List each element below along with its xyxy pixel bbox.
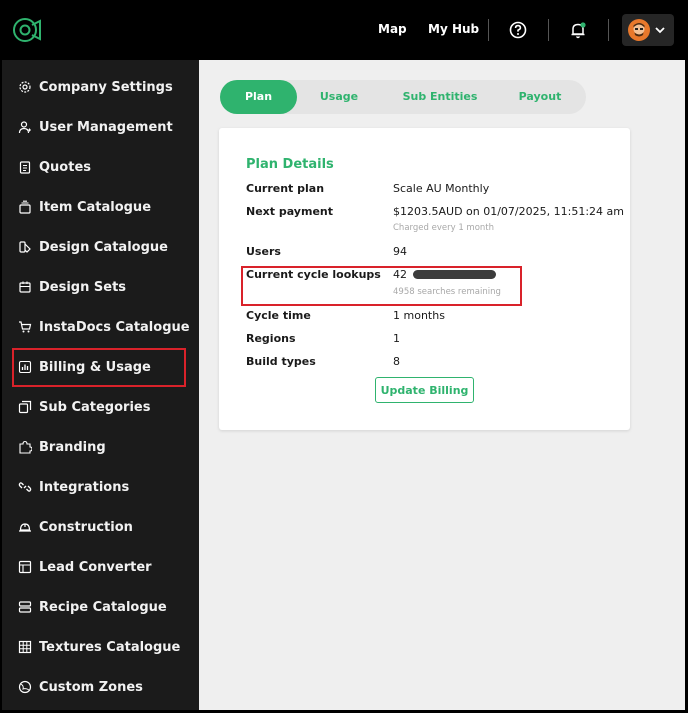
sidebar-item-integrations[interactable]: Integrations	[18, 475, 129, 499]
tab-bar: Plan Usage Sub Entities Payout	[220, 80, 586, 114]
sidebar-item-item-catalogue[interactable]: Item Catalogue	[18, 195, 151, 219]
sidebar-item-label: Branding	[39, 439, 106, 455]
gear-icon	[19, 81, 31, 93]
update-billing-button[interactable]: Update Billing	[375, 377, 474, 403]
sub-categories-icon	[18, 400, 32, 414]
sidebar-item-label: Quotes	[39, 159, 92, 175]
avatar	[628, 19, 650, 41]
current-plan-label: Current plan	[246, 182, 325, 195]
sidebar-item-instadocs-catalogue[interactable]: InstaDocs Catalogue	[18, 315, 190, 339]
sidebar-item-lead-converter[interactable]: Lead Converter	[18, 555, 152, 579]
highlight-box	[241, 266, 522, 306]
tab-payout[interactable]: Payout	[505, 80, 575, 114]
cycle-time-label: Cycle time	[246, 309, 311, 322]
server-icon	[18, 601, 32, 613]
regions-value: 1	[393, 332, 400, 345]
next-payment-label: Next payment	[246, 205, 333, 218]
sidebar-item-label: Item Catalogue	[39, 199, 152, 215]
app-logo-icon[interactable]	[12, 16, 42, 44]
divider	[548, 19, 549, 41]
sidebar-item-label: Construction	[39, 519, 133, 535]
sidebar-item-label: Design Sets	[39, 279, 127, 295]
stack-icon	[19, 200, 31, 214]
sidebar-item-design-sets[interactable]: Design Sets	[18, 275, 126, 299]
design-icon	[19, 241, 31, 253]
tab-usage[interactable]: Usage	[305, 80, 373, 114]
sidebar-item-label: Design Catalogue	[39, 239, 168, 255]
sidebar-item-branding[interactable]: Branding	[18, 435, 106, 459]
sidebar-item-label: Textures Catalogue	[39, 639, 181, 655]
sidebar-item-label: Company Settings	[39, 79, 173, 95]
build-types-label: Build types	[246, 355, 316, 368]
top-bar: Map My Hub	[0, 0, 688, 60]
nav-map-link[interactable]: Map	[378, 22, 407, 36]
calendar-icon	[19, 281, 31, 293]
divider	[488, 19, 489, 41]
sidebar-item-label: User Management	[39, 119, 173, 135]
sidebar-item-textures-catalogue[interactable]: Textures Catalogue	[18, 635, 180, 659]
next-payment-value: $1203.5AUD on 01/07/2025, 11:51:24 am	[393, 205, 624, 218]
layout-icon	[18, 560, 32, 574]
grid-icon	[18, 640, 32, 654]
highlight-box	[12, 348, 186, 387]
link-icon	[18, 482, 32, 492]
card-title: Plan Details	[246, 157, 334, 172]
cycle-time-value: 1 months	[393, 309, 445, 322]
sidebar-item-user-management[interactable]: User Management	[18, 115, 173, 139]
sidebar-item-construction[interactable]: Construction	[18, 515, 133, 539]
regions-label: Regions	[246, 332, 296, 345]
sidebar-item-label: Recipe Catalogue	[39, 599, 167, 615]
sidebar-item-custom-zones[interactable]: Custom Zones	[18, 675, 143, 699]
notification-bell-icon[interactable]	[567, 19, 589, 41]
nav-my-hub-link[interactable]: My Hub	[428, 22, 479, 36]
sidebar-item-sub-categories[interactable]: Sub Categories	[18, 395, 150, 419]
sidebar-item-design-catalogue[interactable]: Design Catalogue	[18, 235, 168, 259]
globe-icon	[18, 680, 32, 694]
sidebar-item-label: InstaDocs Catalogue	[39, 319, 190, 335]
clipboard-icon	[19, 161, 31, 174]
sidebar-item-recipe-catalogue[interactable]: Recipe Catalogue	[18, 595, 167, 619]
divider	[608, 19, 609, 41]
build-types-value: 8	[393, 355, 400, 368]
sidebar-item-company-settings[interactable]: Company Settings	[18, 75, 173, 99]
next-payment-note: Charged every 1 month	[393, 223, 495, 233]
sidebar-item-label: Integrations	[39, 479, 130, 495]
user-icon	[18, 121, 31, 134]
tab-sub-entities[interactable]: Sub Entities	[390, 80, 490, 114]
chevron-down-icon	[655, 27, 665, 34]
hardhat-icon	[19, 523, 31, 532]
users-value: 94	[393, 245, 407, 258]
sidebar-item-label: Lead Converter	[39, 559, 152, 575]
sidebar-item-label: Sub Categories	[39, 399, 151, 415]
current-plan-value: Scale AU Monthly	[393, 182, 490, 195]
puzzle-icon	[19, 440, 32, 454]
sidebar-item-quotes[interactable]: Quotes	[18, 155, 91, 179]
sidebar-item-label: Custom Zones	[39, 679, 143, 695]
help-icon[interactable]	[507, 19, 529, 41]
cart-icon	[19, 321, 32, 333]
tab-plan[interactable]: Plan	[220, 80, 297, 114]
user-menu-button[interactable]	[622, 14, 674, 46]
users-label: Users	[246, 245, 281, 258]
